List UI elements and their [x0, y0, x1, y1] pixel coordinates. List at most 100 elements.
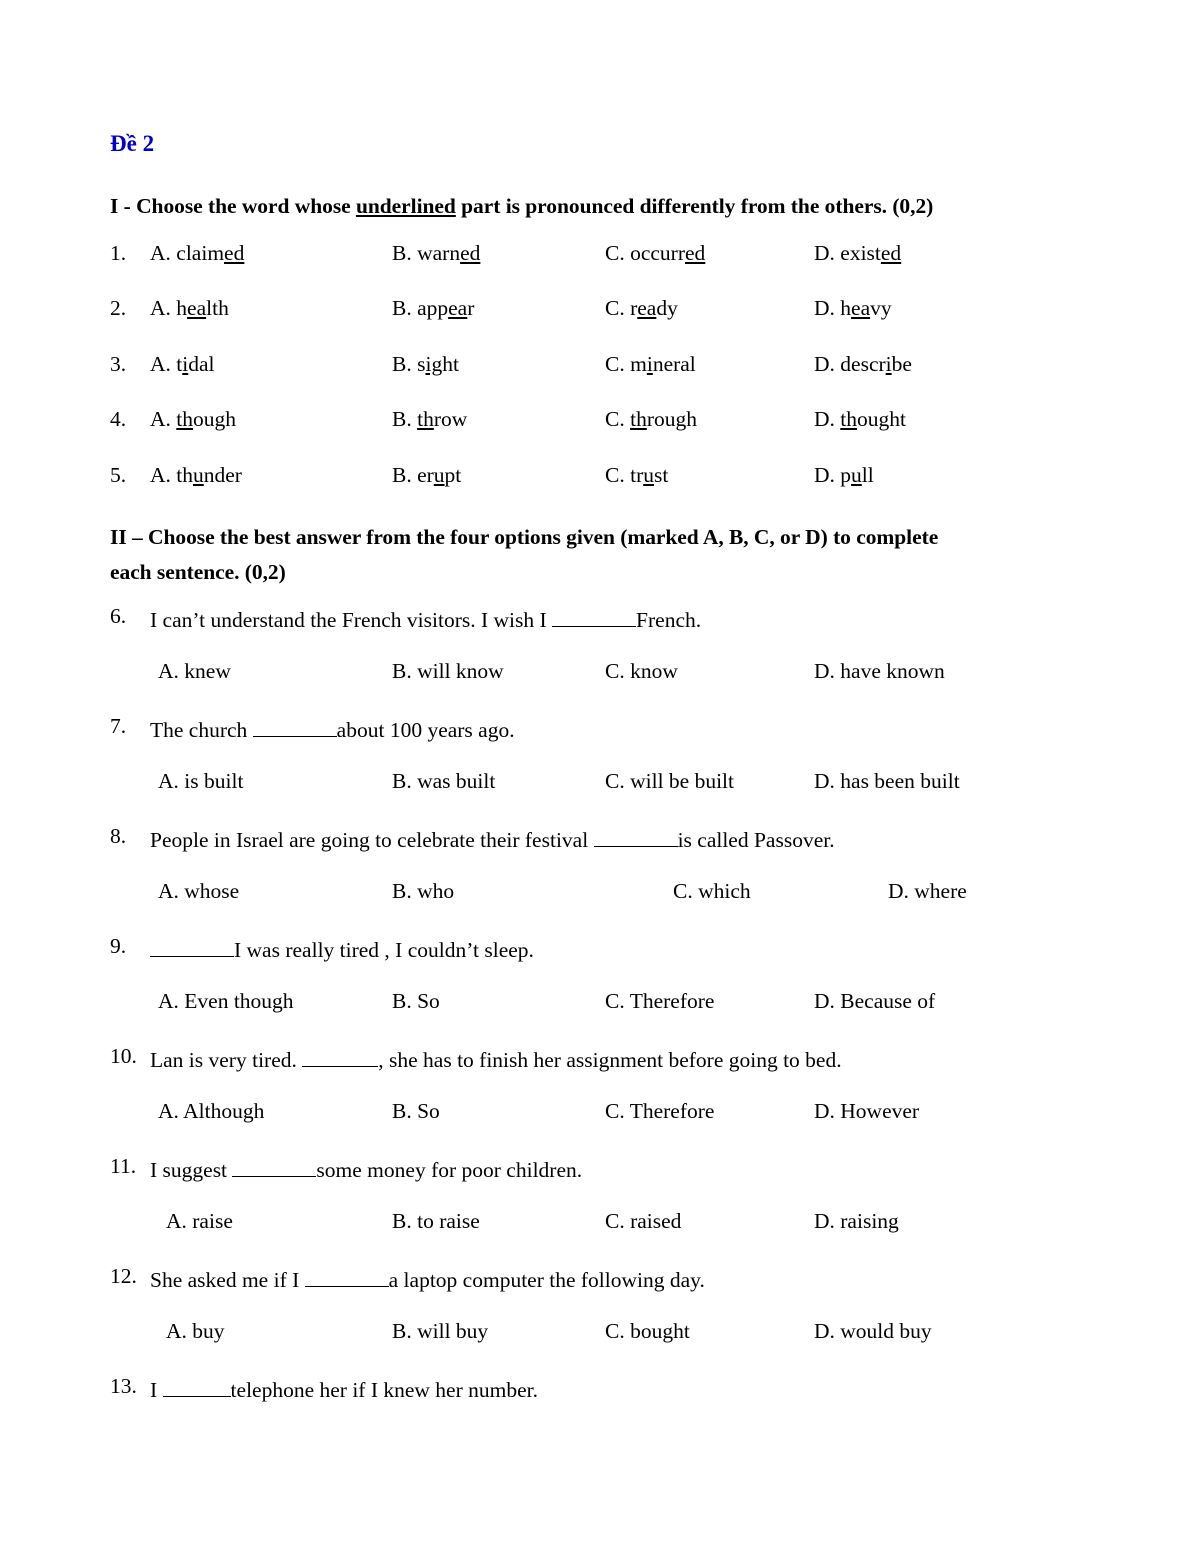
option-a[interactable]: A. raise	[166, 1210, 233, 1233]
option-label: A.	[150, 462, 177, 487]
option-label: D.	[814, 462, 841, 487]
grammar-question-11: 11. I suggest some money for poor childr…	[110, 1155, 1140, 1266]
option-d[interactable]: D. Because of	[814, 990, 935, 1013]
option-label: C.	[605, 296, 631, 321]
option-c[interactable]: C. bought	[605, 1320, 690, 1343]
answer-blank[interactable]	[232, 1156, 317, 1177]
option-c[interactable]: C. through	[605, 409, 697, 431]
option-label: D.	[814, 407, 841, 432]
section-one-heading-prefix: I - Choose the word whose	[110, 194, 356, 218]
option-post: lth	[206, 296, 229, 321]
option-d[interactable]: D. has been built	[814, 770, 960, 793]
answer-blank[interactable]	[252, 716, 337, 737]
option-a[interactable]: A. is built	[158, 770, 243, 793]
option-b[interactable]: B. will buy	[392, 1320, 488, 1343]
option-post: r	[467, 296, 475, 321]
option-a[interactable]: A. claimed	[150, 240, 244, 265]
option-d[interactable]: D. heavy	[814, 298, 892, 320]
option-b[interactable]: B. was built	[392, 770, 495, 793]
option-c[interactable]: C. raised	[605, 1210, 681, 1233]
question-text: Lan is very tired. , she has to finish h…	[150, 1046, 842, 1071]
option-c[interactable]: C. which	[673, 880, 751, 903]
option-b[interactable]: B. erupt	[392, 464, 461, 487]
option-d[interactable]: D. thought	[814, 409, 906, 431]
option-d[interactable]: D. describe	[814, 351, 912, 376]
option-b[interactable]: B. will know	[392, 660, 504, 683]
option-underlined: th	[417, 407, 434, 432]
option-pre: warn	[417, 240, 461, 265]
stem-before-blank: People in Israel are going to celebrate …	[150, 827, 594, 852]
option-pre: claim	[176, 240, 225, 265]
option-a[interactable]: A. health	[150, 298, 229, 320]
question-number: 3.	[110, 351, 127, 376]
pronunciation-question-list: 1. A. claimed B. warned C. occurred D. e…	[110, 240, 1140, 521]
stem-before-blank: She asked me if I	[150, 1267, 305, 1292]
pronunciation-question-1: 1. A. claimed B. warned C. occurred D. e…	[110, 240, 1140, 299]
option-b[interactable]: B. So	[392, 990, 440, 1013]
option-b[interactable]: B. who	[392, 880, 454, 903]
answer-blank[interactable]	[552, 606, 637, 627]
option-post: neral	[652, 351, 696, 376]
option-underlined: ig	[425, 351, 443, 376]
option-b[interactable]: B. throw	[392, 409, 467, 431]
option-c[interactable]: C. trust	[605, 462, 668, 487]
option-d[interactable]: D. would buy	[814, 1320, 932, 1343]
option-d[interactable]: D. existed	[814, 242, 901, 265]
option-a[interactable]: A. Although	[158, 1100, 264, 1123]
option-d[interactable]: D. However	[814, 1100, 919, 1123]
option-d[interactable]: D. have known	[814, 660, 945, 683]
option-label: C.	[605, 462, 631, 487]
option-underlined: ed	[460, 240, 481, 265]
answer-blank[interactable]	[593, 826, 678, 847]
option-post: ll	[861, 462, 874, 487]
option-b[interactable]: B. to raise	[392, 1210, 480, 1233]
option-a[interactable]: A. though	[150, 409, 236, 431]
option-a[interactable]: A. knew	[158, 660, 231, 683]
option-c[interactable]: C. mineral	[605, 351, 696, 376]
option-b[interactable]: B. appear	[392, 298, 474, 320]
option-c[interactable]: C. Therefore	[605, 990, 714, 1013]
option-pre: p	[840, 462, 852, 487]
option-underlined: u	[193, 462, 204, 487]
stem-after-blank: a laptop computer the following day.	[388, 1267, 705, 1292]
question-stem: 9. I was really tired , I couldn’t sleep…	[110, 935, 1140, 991]
stem-before-blank: I	[150, 1377, 163, 1402]
option-a[interactable]: A. Even though	[158, 990, 294, 1013]
option-c[interactable]: C. will be built	[605, 770, 734, 793]
option-a[interactable]: A. tidal	[150, 353, 215, 376]
section-two-heading-line-1: II – Choose the best answer from the fou…	[110, 525, 939, 550]
option-post: nder	[203, 462, 242, 487]
option-a[interactable]: A. thunder	[150, 462, 242, 487]
option-a[interactable]: A. whose	[158, 880, 239, 903]
option-a[interactable]: A. buy	[166, 1320, 225, 1343]
option-post: be	[891, 351, 912, 376]
question-options: A. is built B. was built C. will be buil…	[110, 770, 1140, 826]
option-c[interactable]: C. know	[605, 660, 678, 683]
option-label: C.	[605, 351, 631, 376]
section-one-heading-underlined-word: underlined	[355, 194, 456, 218]
answer-blank[interactable]	[162, 1376, 231, 1397]
question-number: 5.	[110, 462, 127, 487]
option-d[interactable]: D. where	[888, 880, 967, 903]
option-pre: h	[176, 296, 188, 321]
stem-after-blank: is called Passover.	[677, 827, 835, 852]
grammar-question-13: 13. I telephone her if I knew her number…	[110, 1375, 1140, 1431]
question-stem: 10. Lan is very tired. , she has to fini…	[110, 1045, 1140, 1101]
option-d[interactable]: D. pull	[814, 462, 874, 487]
option-d[interactable]: D. raising	[814, 1210, 899, 1233]
answer-blank[interactable]	[150, 936, 234, 957]
option-b[interactable]: B. sight	[392, 351, 459, 376]
option-c[interactable]: C. Therefore	[605, 1100, 714, 1123]
question-stem: 8. People in Israel are going to celebra…	[110, 825, 1140, 881]
option-label: B.	[392, 240, 418, 265]
question-stem: 12. She asked me if I a laptop computer …	[110, 1265, 1140, 1321]
answer-blank[interactable]	[304, 1266, 389, 1287]
answer-blank[interactable]	[302, 1046, 379, 1067]
option-c[interactable]: C. occurred	[605, 242, 705, 265]
option-label: D.	[814, 351, 841, 376]
question-text: I can’t understand the French visitors. …	[150, 606, 701, 631]
option-c[interactable]: C. ready	[605, 298, 678, 320]
option-b[interactable]: B. warned	[392, 240, 481, 265]
question-text: She asked me if I a laptop computer the …	[150, 1266, 705, 1291]
option-b[interactable]: B. So	[392, 1100, 440, 1123]
